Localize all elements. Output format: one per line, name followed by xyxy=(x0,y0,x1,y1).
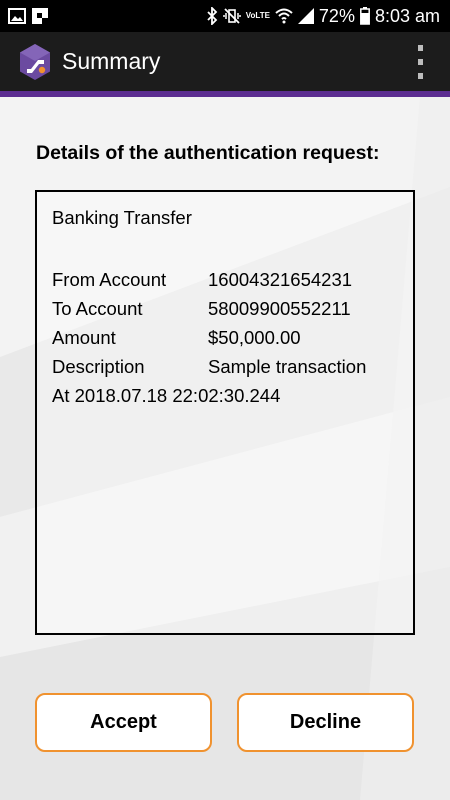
accept-button[interactable]: Accept xyxy=(35,693,212,752)
detail-row-from-account: From Account 16004321654231 xyxy=(52,265,398,294)
image-icon xyxy=(8,8,26,24)
screen: VoLTE 72% 8:03 am Summary Details of the… xyxy=(0,0,450,800)
detail-row-to-account: To Account 58009900552211 xyxy=(52,294,398,323)
detail-row-description: Description Sample transaction xyxy=(52,352,398,381)
vibrate-icon xyxy=(223,7,241,25)
main-content: Details of the authentication request: B… xyxy=(0,97,450,800)
decline-button[interactable]: Decline xyxy=(237,693,414,752)
bluetooth-icon xyxy=(206,7,218,25)
status-bar-right: VoLTE 72% 8:03 am xyxy=(206,6,440,27)
status-bar: VoLTE 72% 8:03 am xyxy=(0,0,450,32)
app-hexagon-logo-icon xyxy=(18,43,52,81)
signal-icon xyxy=(297,8,314,24)
detail-value: 16004321654231 xyxy=(208,268,353,290)
detail-label: Amount xyxy=(52,326,116,348)
wifi-icon xyxy=(275,8,293,24)
detail-value: 58009900552211 xyxy=(208,297,351,319)
volte-icon: VoLTE xyxy=(245,11,270,20)
detail-label: Description xyxy=(52,355,145,377)
detail-row-amount: Amount $50,000.00 xyxy=(52,323,398,352)
overflow-menu-icon[interactable] xyxy=(414,45,426,79)
section-heading: Details of the authentication request: xyxy=(36,142,380,164)
request-details-box: Banking Transfer From Account 1600432165… xyxy=(35,190,415,635)
transaction-type: Banking Transfer xyxy=(52,207,192,228)
clock: 8:03 am xyxy=(374,5,440,26)
status-bar-left xyxy=(8,8,48,24)
battery-percent: 72% xyxy=(318,5,355,26)
detail-value: $50,000.00 xyxy=(208,326,301,348)
flipboard-icon xyxy=(32,8,48,24)
page-title: Summary xyxy=(62,48,161,74)
request-timestamp: At 2018.07.18 22:02:30.244 xyxy=(52,384,281,406)
battery-icon xyxy=(360,7,370,25)
detail-label: To Account xyxy=(52,297,143,319)
detail-label: From Account xyxy=(52,268,167,290)
app-bar: Summary xyxy=(0,32,450,91)
detail-value: Sample transaction xyxy=(208,355,367,377)
